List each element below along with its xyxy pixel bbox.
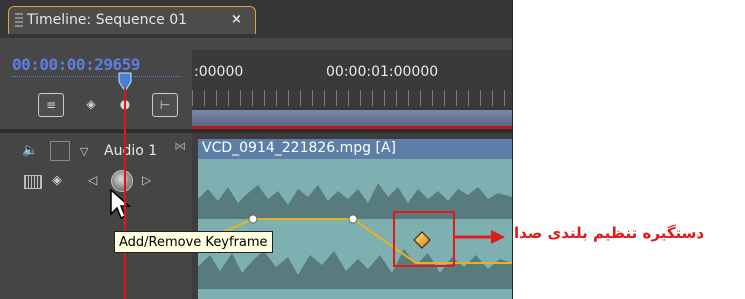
work-area-icon: ⊢ xyxy=(159,98,171,112)
collapse-triangle-icon[interactable]: ▽ xyxy=(80,145,88,158)
pointer-cursor-icon xyxy=(110,188,131,220)
time-ruler[interactable]: :00000 00:00:01:00000 xyxy=(192,50,512,132)
keyframe-prev-icon[interactable]: ◁ xyxy=(88,173,97,187)
timecode-underline xyxy=(12,76,180,77)
channel-right-label: R xyxy=(198,259,199,270)
work-area-bar[interactable] xyxy=(192,110,512,126)
annotation-text: دستگیره تنظیم بلندی صدا xyxy=(514,224,705,242)
track-resize-icon[interactable]: ⋈ xyxy=(174,139,186,153)
keyframe-diamond-icon[interactable] xyxy=(413,231,431,249)
close-icon[interactable]: × xyxy=(231,12,242,27)
track-lock-toggle[interactable] xyxy=(50,141,70,161)
speaker-icon[interactable]: 🔈 xyxy=(22,143,40,159)
waveform-display-icon[interactable] xyxy=(24,175,42,189)
set-work-area-button[interactable]: ⊢ xyxy=(152,93,178,117)
ruler-ticks xyxy=(192,90,512,106)
marker-icon: ◈ xyxy=(86,97,96,111)
track-name: Audio 1 xyxy=(104,143,158,159)
tab-grip-icon[interactable] xyxy=(15,13,23,27)
audio-track-header: 🔈 ▽ Audio 1 ⋈ ◈ ◁ ▷ xyxy=(0,133,192,299)
marker-button[interactable]: ◈ xyxy=(78,93,104,117)
clip-label: VCD_0914_221826.mpg [A] xyxy=(202,140,397,156)
clip-label-bar[interactable]: VCD_0914_221826.mpg [A] xyxy=(198,139,512,159)
show-keyframes-icon[interactable]: ◈ xyxy=(52,173,62,188)
track-clip-area[interactable]: VCD_0914_221826.mpg [A] L R xyxy=(192,133,512,299)
tab-title: Timeline: Sequence 01 xyxy=(27,12,188,28)
arrow-icon xyxy=(455,230,505,244)
snap-button[interactable]: ≡ xyxy=(38,93,64,117)
playhead-line xyxy=(124,88,126,299)
ruler-label-start: :00000 xyxy=(194,64,244,80)
tab-bar: Timeline: Sequence 01 × xyxy=(0,0,512,38)
ruler-label-1s: 00:00:01:00000 xyxy=(326,64,439,80)
keyframe-next-icon[interactable]: ▷ xyxy=(142,173,151,187)
tab-timeline[interactable]: Timeline: Sequence 01 × xyxy=(8,6,256,34)
tooltip: Add/Remove Keyframe xyxy=(114,231,273,253)
snap-icon: ≡ xyxy=(45,98,57,112)
